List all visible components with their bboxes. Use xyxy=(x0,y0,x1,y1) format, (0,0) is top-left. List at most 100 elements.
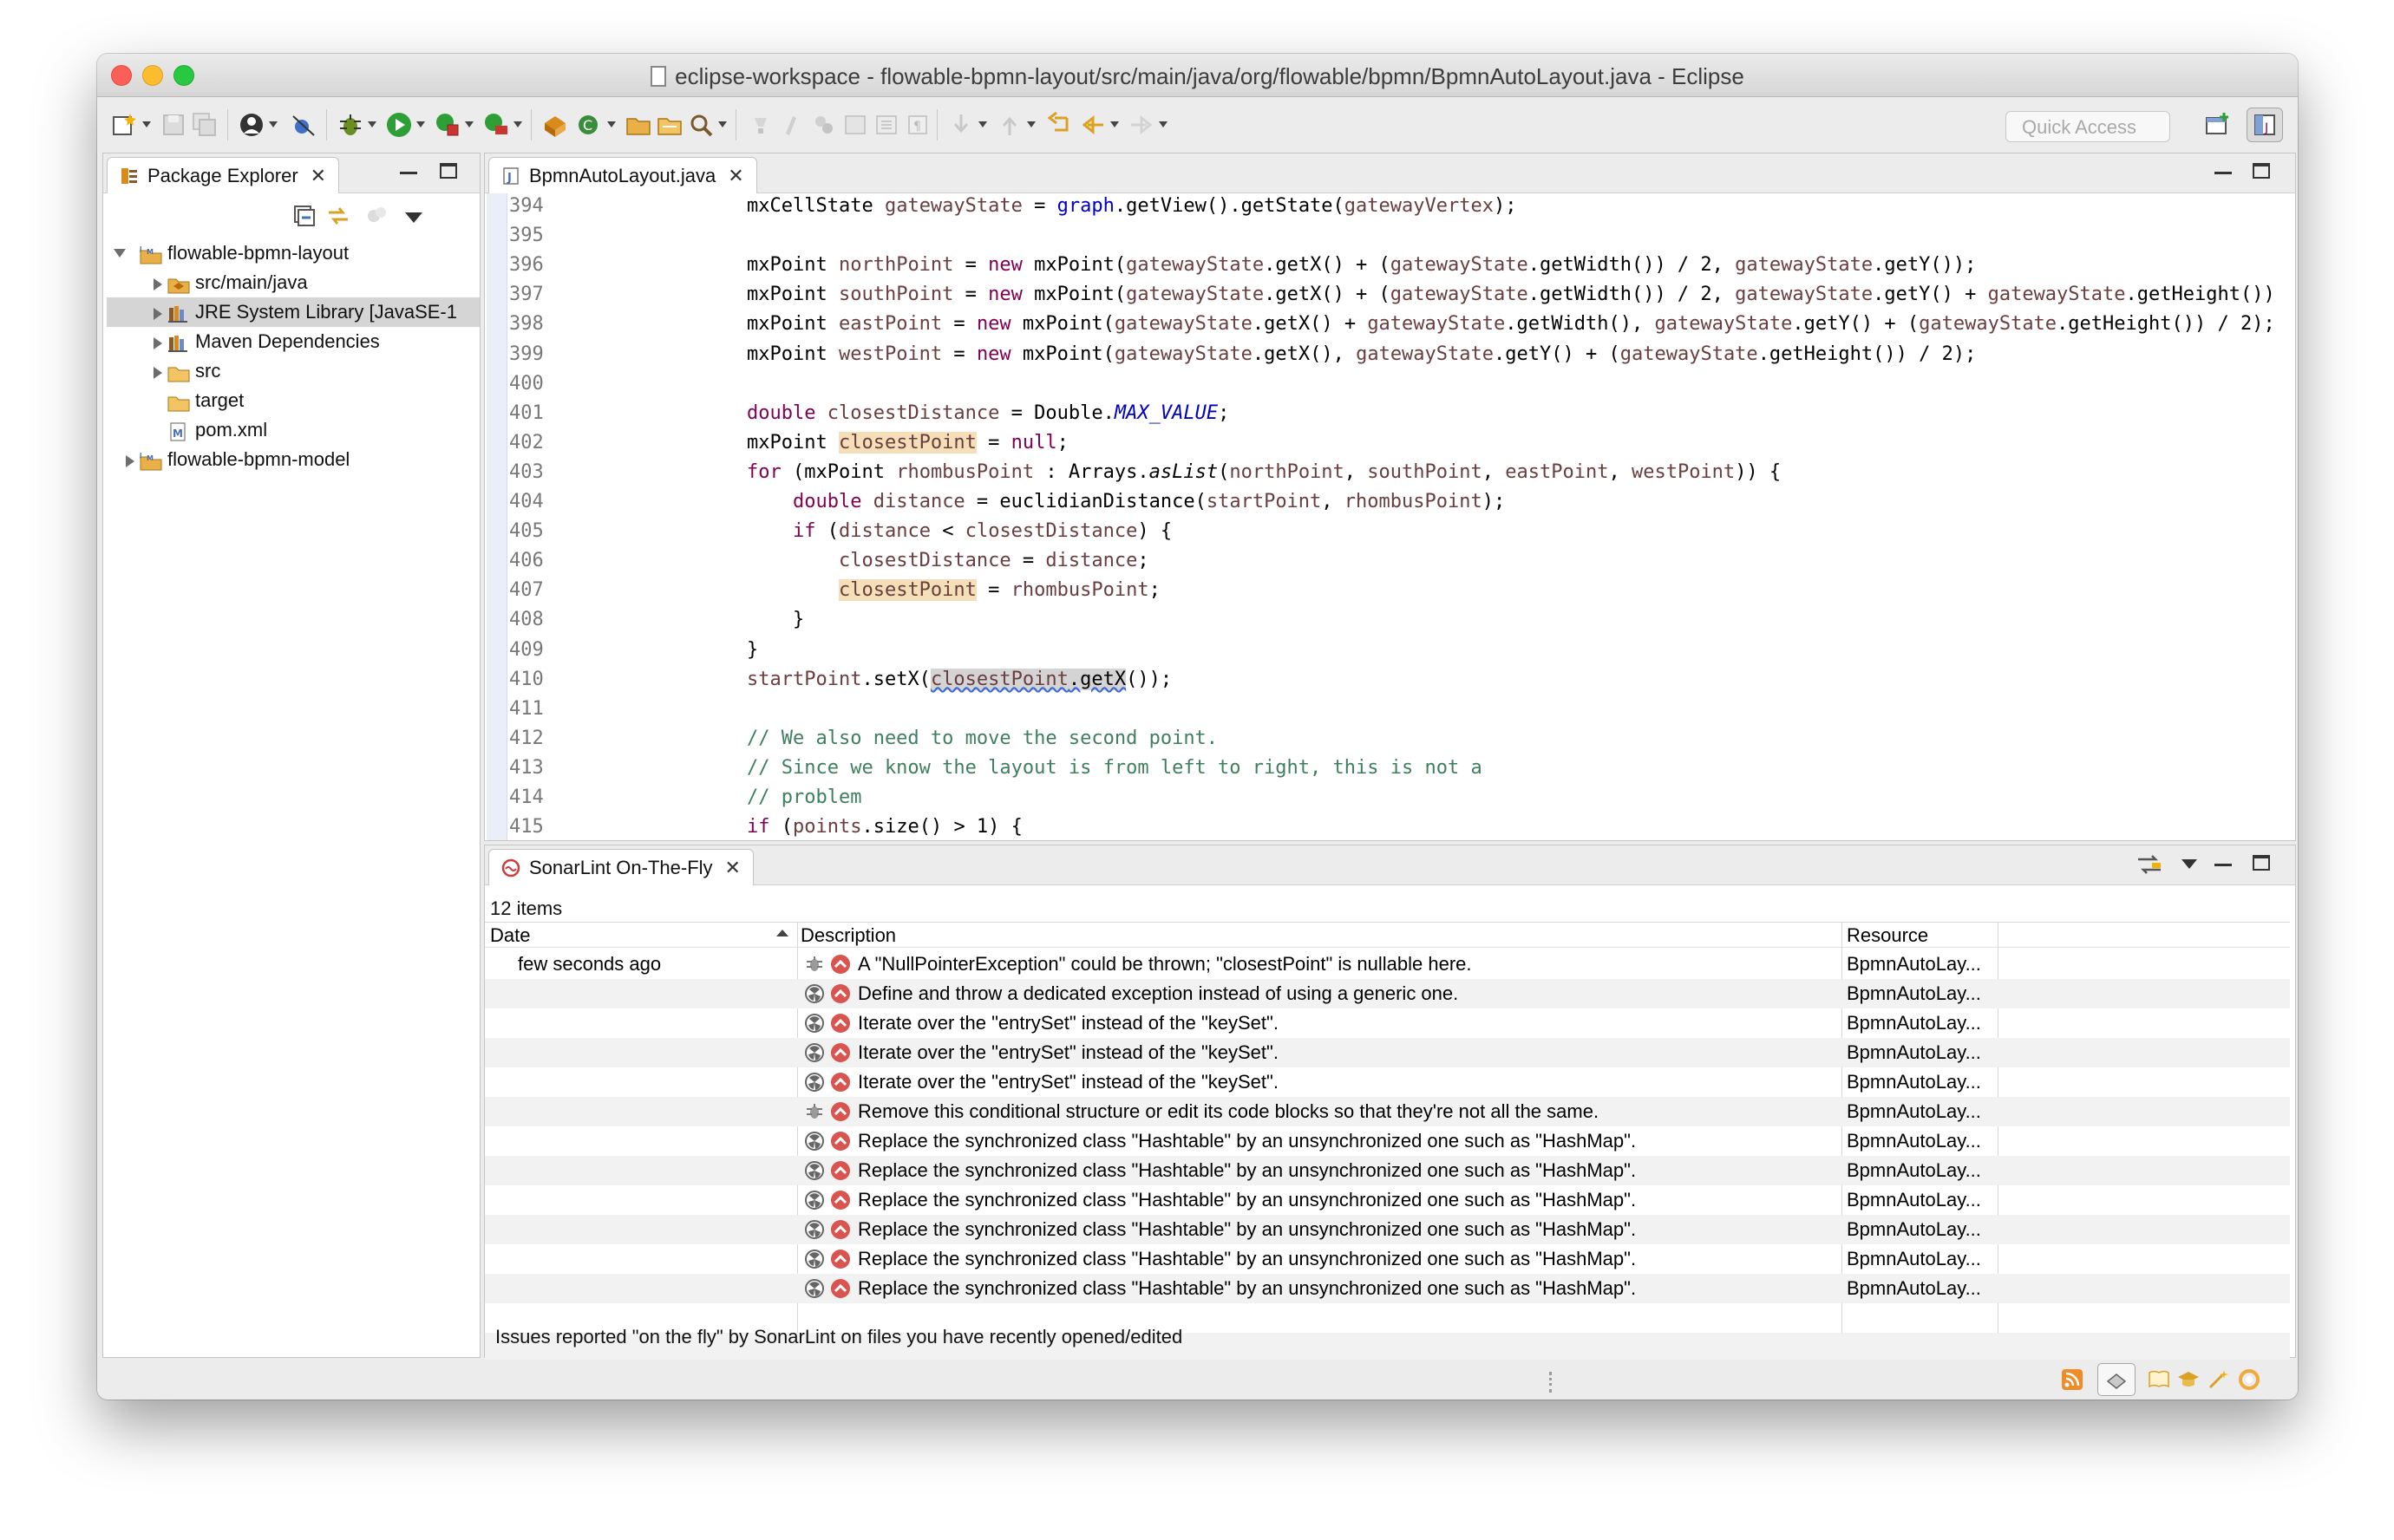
tree-item[interactable]: Maven Dependencies xyxy=(107,327,480,356)
new-wizard-icon[interactable] xyxy=(111,111,139,139)
view-menu-icon[interactable] xyxy=(2181,859,2197,869)
code-area[interactable]: 394 mxCellState gatewayState = graph.getV… xyxy=(485,193,2295,840)
issue-row[interactable]: Replace the synchronized class "Hashtabl… xyxy=(485,1156,2290,1185)
code-line[interactable]: 401 double closestDistance = Double.MAX_V… xyxy=(485,401,2295,427)
tutorial-icon[interactable] xyxy=(2177,1368,2200,1391)
sort-ascending-icon[interactable] xyxy=(776,930,788,936)
code-line[interactable]: 402 mxPoint closestPoint = null; xyxy=(485,430,2295,456)
previous-annotation-icon[interactable] xyxy=(996,111,1024,139)
next-annotation-icon[interactable] xyxy=(947,111,975,139)
issue-row[interactable]: Remove this conditional structure or edi… xyxy=(485,1097,2290,1126)
toggle-mark-occurrences-icon[interactable] xyxy=(748,111,775,139)
collapse-all-icon[interactable] xyxy=(292,204,317,228)
close-tab-icon[interactable]: ✕ xyxy=(725,857,741,879)
tree-item[interactable]: src/main/java xyxy=(107,268,480,297)
focus-on-active-task-icon[interactable] xyxy=(365,204,389,228)
tree-item[interactable]: src xyxy=(107,356,480,386)
code-line[interactable]: 409} xyxy=(485,637,2295,663)
search-icon[interactable] xyxy=(687,111,715,139)
tree-item[interactable]: target xyxy=(107,386,480,415)
code-line[interactable]: 413 // Since we know the layout is from l… xyxy=(485,755,2295,781)
tree-item[interactable]: JRE System Library [JavaSE-1 xyxy=(107,297,480,327)
new-java-class-icon[interactable]: C xyxy=(576,111,604,139)
description-column-header[interactable]: Description xyxy=(801,924,896,947)
search-dropdown-arrow[interactable] xyxy=(718,121,727,127)
wizard-wand-icon[interactable] xyxy=(2207,1368,2229,1391)
date-column-header[interactable]: Date xyxy=(490,924,530,947)
save-all-icon[interactable] xyxy=(191,111,219,139)
previous-annotation-dropdown-arrow[interactable] xyxy=(1027,121,1036,127)
code-line[interactable]: 394 mxCellState gatewayState = graph.getV… xyxy=(485,193,2295,219)
issue-row[interactable]: Replace the synchronized class "Hashtabl… xyxy=(485,1215,2290,1244)
show-source-icon[interactable] xyxy=(873,111,900,139)
maximize-view-button[interactable] xyxy=(440,162,457,183)
code-line[interactable]: 405 if (distance < closestDistance) { xyxy=(485,519,2295,545)
issue-row[interactable]: few seconds ago A "NullPointerException" … xyxy=(485,949,2290,979)
code-line[interactable]: 408 } xyxy=(485,607,2295,633)
toggle-highlight-icon[interactable] xyxy=(781,111,808,139)
code-line[interactable]: 398 mxPoint eastPoint = new mxPoint(gatew… xyxy=(485,311,2295,337)
next-annotation-dropdown-arrow[interactable] xyxy=(978,121,987,127)
code-line[interactable]: 397 mxPoint southPoint = new mxPoint(gate… xyxy=(485,282,2295,308)
new-class-dropdown-arrow[interactable] xyxy=(607,121,616,127)
debug-icon[interactable] xyxy=(337,111,364,139)
tree-item[interactable]: M Jflowable-bpmn-layout xyxy=(107,238,480,268)
collapse-arrow-icon[interactable] xyxy=(114,249,126,258)
last-edit-location-icon[interactable] xyxy=(1044,111,1072,139)
rss-feed-icon[interactable] xyxy=(2061,1368,2083,1391)
code-line[interactable]: 407 closestPoint = rhombusPoint; xyxy=(485,578,2295,604)
code-line[interactable]: 399 mxPoint westPoint = new mxPoint(gatew… xyxy=(485,342,2295,368)
issue-row[interactable]: Iterate over the "entrySet" instead of t… xyxy=(485,1038,2290,1067)
team-icon[interactable] xyxy=(238,111,265,139)
issue-row[interactable]: Replace the synchronized class "Hashtabl… xyxy=(485,1244,2290,1274)
run-icon[interactable] xyxy=(385,111,413,139)
toggle-block-selection-icon[interactable] xyxy=(810,111,838,139)
expand-arrow-icon[interactable] xyxy=(154,278,162,290)
forward-icon[interactable] xyxy=(1128,111,1155,139)
code-line[interactable]: 395 xyxy=(485,223,2295,249)
show-whitespace-icon[interactable] xyxy=(841,111,869,139)
view-menu-icon[interactable] xyxy=(405,212,422,223)
minimize-view-button[interactable] xyxy=(400,162,417,183)
skip-breakpoints-icon[interactable] xyxy=(290,111,317,139)
save-icon[interactable] xyxy=(160,111,187,139)
package-explorer-tab[interactable]: Package Explorer ✕ xyxy=(107,157,340,193)
minimize-view-button[interactable] xyxy=(2214,854,2232,875)
back-dropdown-arrow[interactable] xyxy=(1110,121,1119,127)
link-with-editor-icon[interactable] xyxy=(325,204,351,228)
close-tab-icon[interactable]: ✕ xyxy=(311,165,326,187)
run-dropdown-arrow[interactable] xyxy=(416,121,425,127)
issue-row[interactable]: Replace the synchronized class "Hashtabl… xyxy=(485,1185,2290,1215)
coverage-dropdown-arrow[interactable] xyxy=(465,121,474,127)
task-list-button[interactable] xyxy=(2097,1363,2136,1396)
code-line[interactable]: 415 if (points.size() > 1) { xyxy=(485,814,2295,840)
issue-row[interactable]: Iterate over the "entrySet" instead of t… xyxy=(485,1067,2290,1097)
issue-row[interactable]: Iterate over the "entrySet" instead of t… xyxy=(485,1008,2290,1038)
status-bar-splitter[interactable] xyxy=(1549,1372,1553,1393)
expand-arrow-icon[interactable] xyxy=(154,308,162,320)
maximize-view-button[interactable] xyxy=(2253,854,2270,875)
external-tools-dropdown-arrow[interactable] xyxy=(513,121,522,127)
code-line[interactable]: 410 startPoint.setX(closestPoint.getX()); xyxy=(485,667,2295,693)
minimize-editor-button[interactable] xyxy=(2214,162,2232,183)
book-icon[interactable] xyxy=(2148,1368,2170,1391)
debug-dropdown-arrow[interactable] xyxy=(368,121,376,127)
external-tools-icon[interactable] xyxy=(482,111,510,139)
code-line[interactable]: 403 for (mxPoint rhombusPoint : Arrays.as… xyxy=(485,460,2295,486)
quick-access-field[interactable]: Quick Access xyxy=(2005,111,2170,142)
forward-dropdown-arrow[interactable] xyxy=(1159,121,1168,127)
new-dropdown-arrow[interactable] xyxy=(142,121,151,127)
open-perspective-icon[interactable] xyxy=(2203,111,2231,139)
expand-arrow-icon[interactable] xyxy=(154,337,162,349)
back-icon[interactable] xyxy=(1079,111,1107,139)
expand-arrow-icon[interactable] xyxy=(154,367,162,379)
tree-item[interactable]: M Jflowable-bpmn-model xyxy=(107,445,480,474)
code-line[interactable]: 406 closestDistance = distance; xyxy=(485,548,2295,574)
paragraph-icon[interactable]: ¶ xyxy=(904,111,932,139)
open-type-icon[interactable] xyxy=(625,111,652,139)
code-line[interactable]: 400 xyxy=(485,371,2295,397)
issue-row[interactable]: Replace the synchronized class "Hashtabl… xyxy=(485,1126,2290,1156)
change-scope-icon[interactable] xyxy=(2135,852,2164,878)
expand-arrow-icon[interactable] xyxy=(126,455,134,467)
coverage-icon[interactable] xyxy=(434,111,461,139)
